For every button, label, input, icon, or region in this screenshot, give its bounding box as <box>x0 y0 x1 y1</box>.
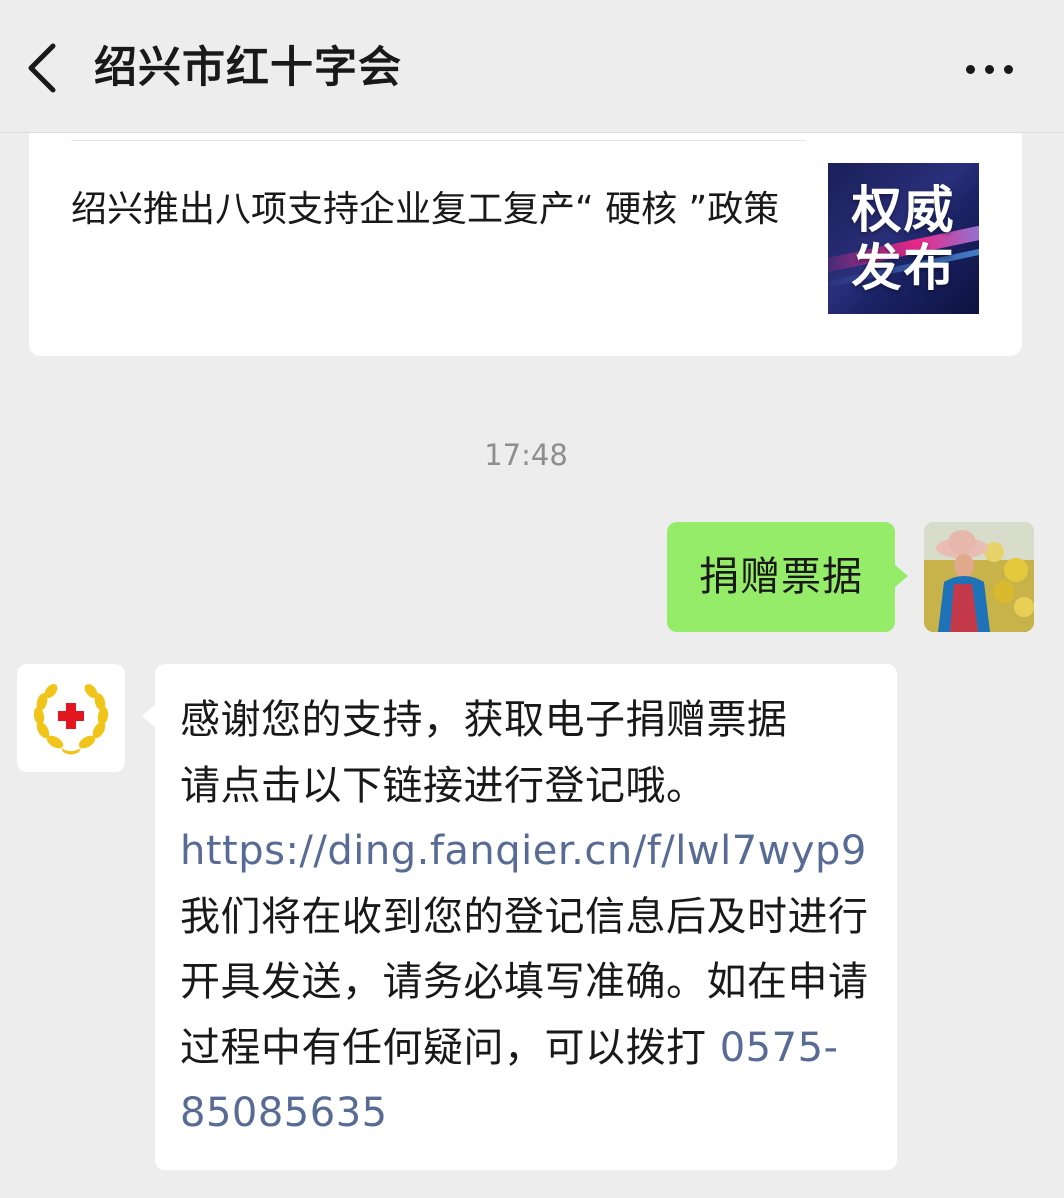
sent-message-bubble[interactable]: 捐赠票据 <box>667 522 908 632</box>
received-message-bubble[interactable]: 感谢您的支持，获取电子捐赠票据 请点击以下链接进行登记哦。 https://di… <box>142 664 897 1170</box>
more-dot <box>984 64 994 74</box>
sent-message-text: 捐赠票据 <box>699 554 863 600</box>
red-cross-avatar[interactable] <box>17 664 125 772</box>
user-photo-illustration <box>924 522 1034 632</box>
article-thumbnail[interactable]: 权威发布 <box>828 163 979 314</box>
registration-link[interactable]: https://ding.fanqier.cn/f/lwl7wyp9 <box>180 828 867 874</box>
chat-title: 绍兴市红十字会 <box>94 43 402 93</box>
article-card[interactable]: 绍兴推出八项支持企业复工复产“ 硬核 ”政策 权威发布 <box>29 110 1022 356</box>
top-navigation-bar: 绍兴市红十字会 <box>0 0 1064 133</box>
more-options-button[interactable] <box>954 46 1024 92</box>
user-avatar[interactable] <box>924 522 1034 632</box>
thumbnail-text: 权威发布 <box>851 180 956 297</box>
more-dot <box>1003 64 1013 74</box>
article-title[interactable]: 绍兴推出八项支持企业复工复产“ 硬核 ”政策 <box>71 178 811 242</box>
back-button[interactable] <box>14 32 70 104</box>
message-line: 请点击以下链接进行登记哦。 <box>180 762 707 809</box>
chevron-left-icon <box>28 43 56 93</box>
received-message-text: 感谢您的支持，获取电子捐赠票据 请点击以下链接进行登记哦。 https://di… <box>180 688 877 1147</box>
red-cross-laurel-icon <box>33 684 109 755</box>
more-horizontal-icon <box>965 64 975 74</box>
message-timestamp: 17:48 <box>484 438 568 472</box>
article-divider <box>71 140 806 141</box>
message-line: 感谢您的支持，获取电子捐赠票据 <box>180 697 788 743</box>
